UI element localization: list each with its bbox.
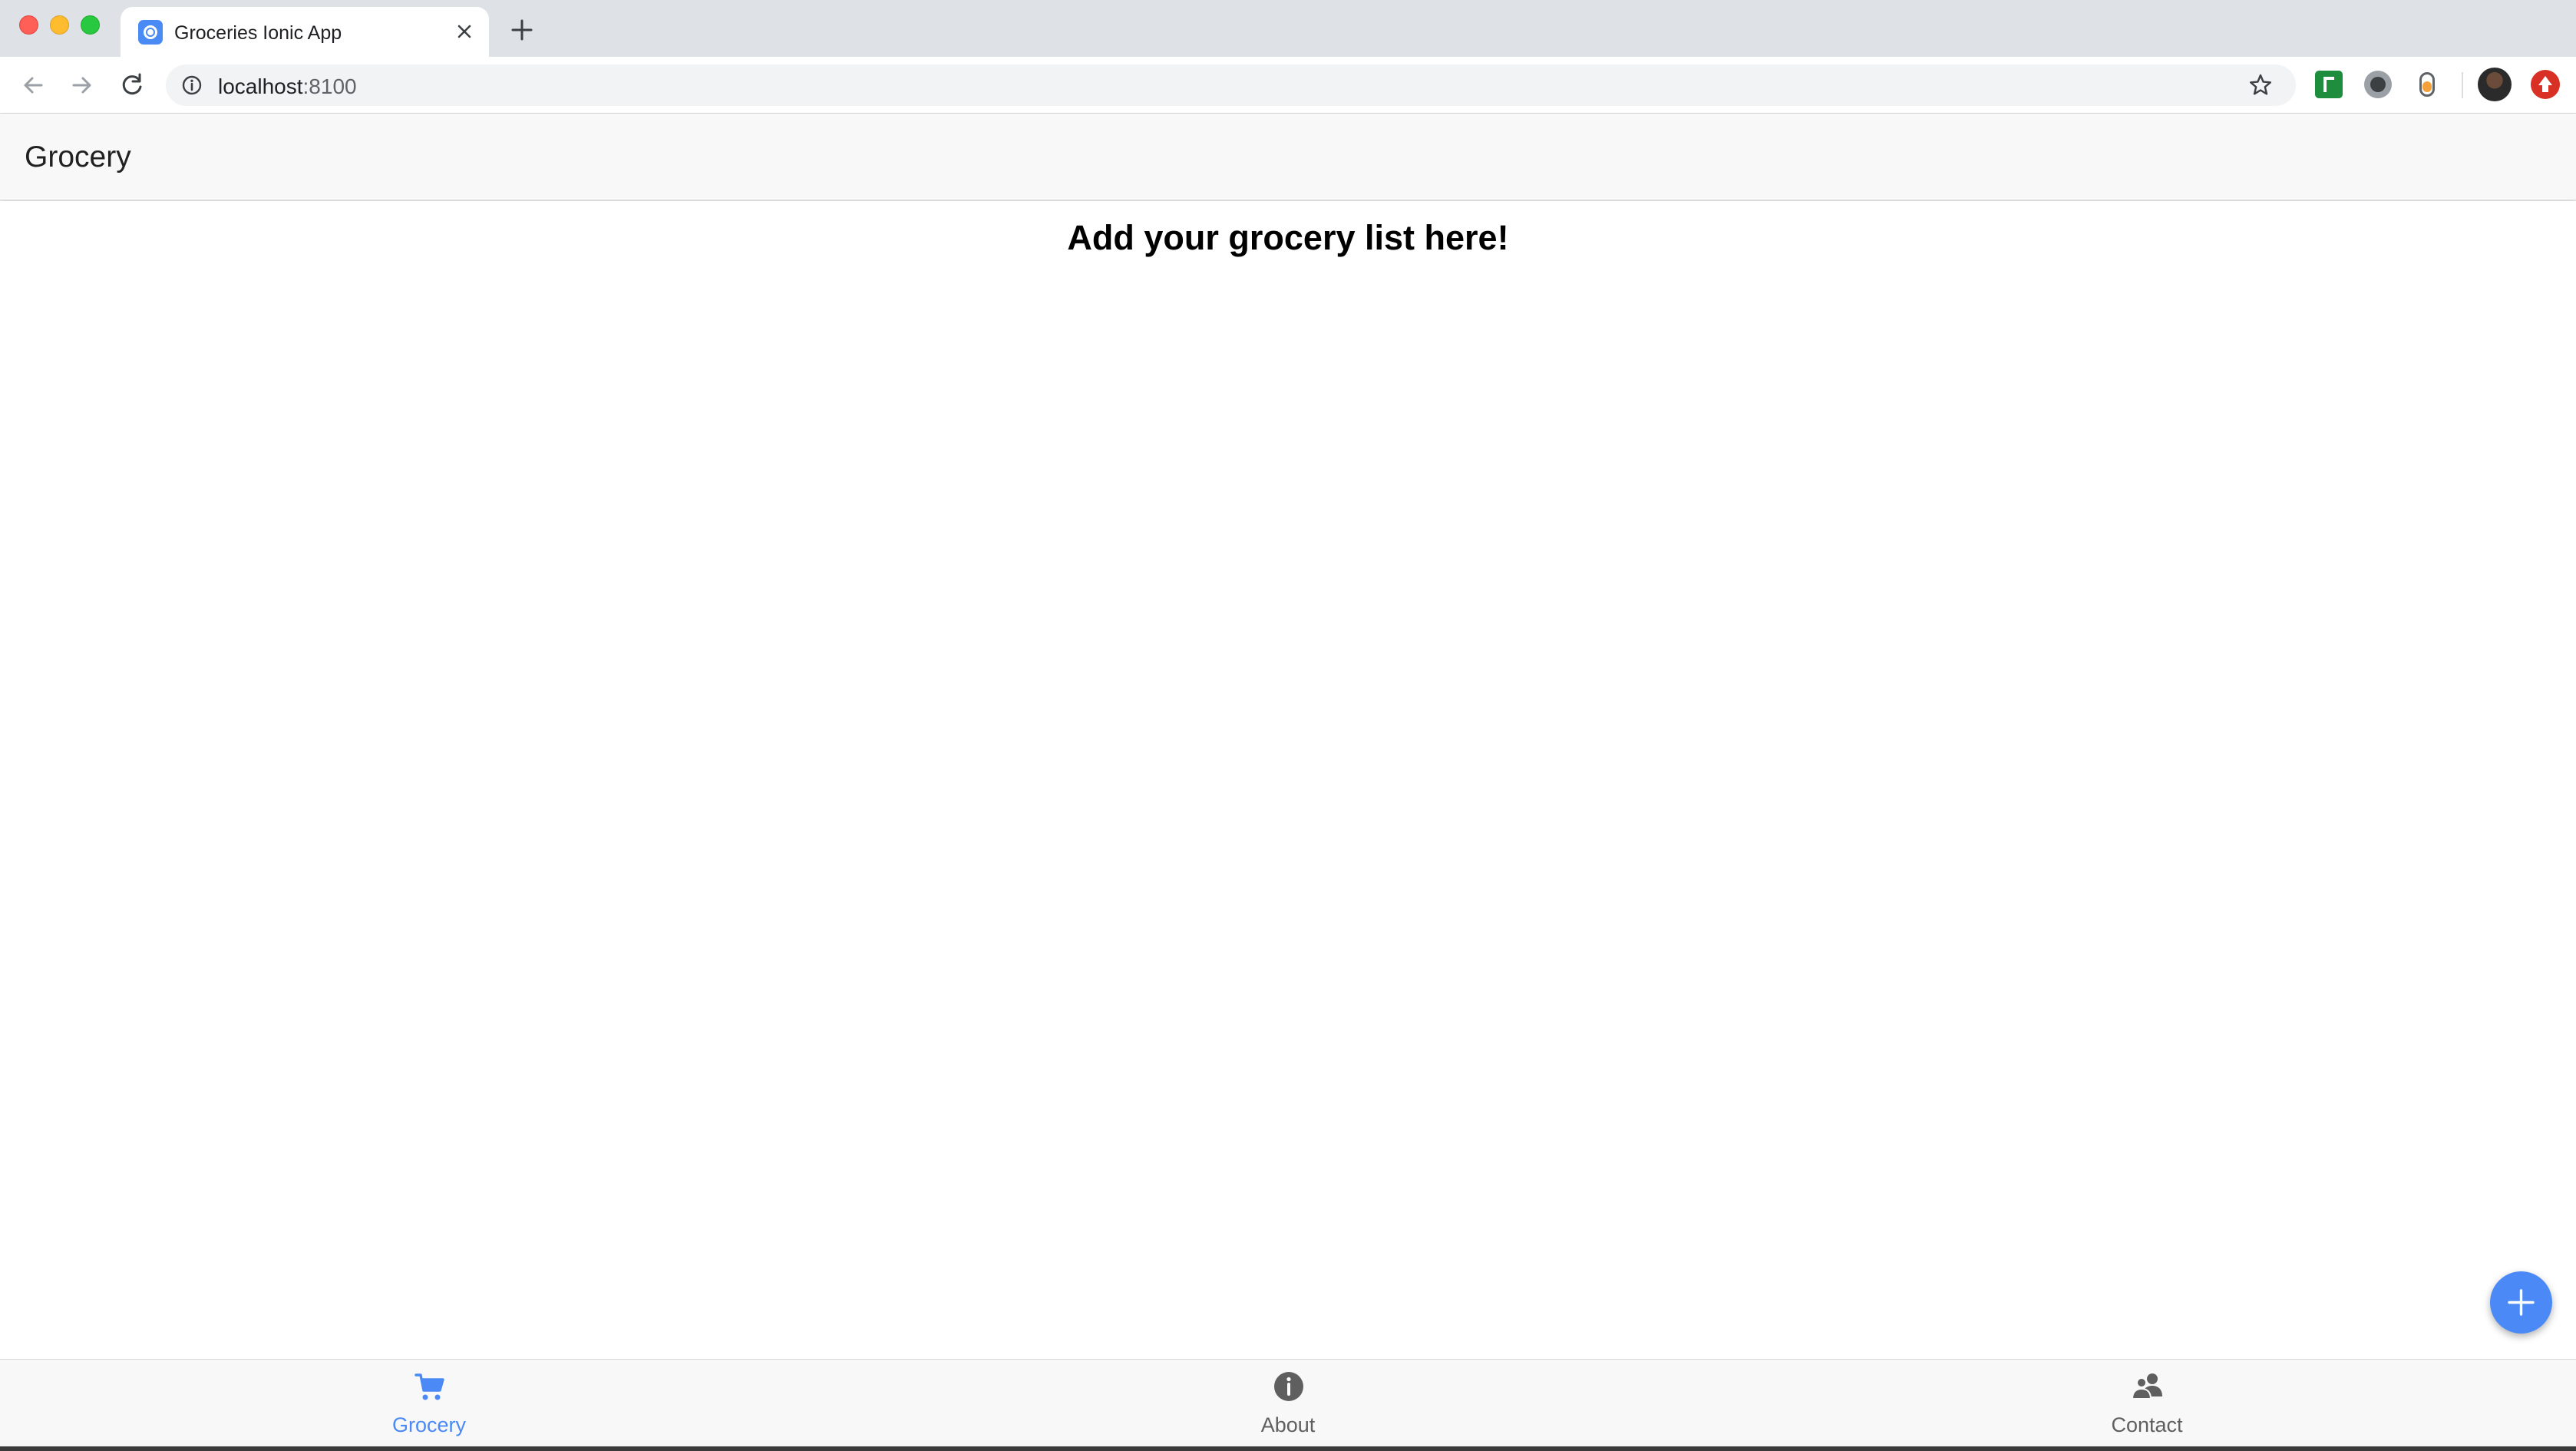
tab-strip: Groceries Ionic App [0, 0, 2576, 57]
window-bottom-edge [0, 1446, 2576, 1451]
cart-icon [414, 1373, 444, 1400]
tab-title: Groceries Ionic App [174, 22, 342, 44]
page-title: Grocery [25, 140, 131, 174]
bookmark-star-icon[interactable] [2247, 72, 2274, 98]
back-arrow-icon[interactable] [17, 69, 49, 101]
plus-icon [2508, 1289, 2535, 1316]
people-icon [2132, 1373, 2162, 1400]
url-host: localhost [218, 74, 303, 98]
tab-about-label: About [1260, 1413, 1316, 1436]
info-icon [1274, 1372, 1303, 1401]
app-header: Grocery [0, 114, 2576, 200]
zoom-window-button[interactable] [81, 15, 100, 35]
address-bar[interactable]: localhost:8100 [166, 64, 2296, 106]
empty-list-heading: Add your grocery list here! [1067, 218, 1509, 257]
toolbar-divider [2462, 72, 2463, 98]
tab-close-icon[interactable] [451, 18, 478, 45]
forward-arrow-icon[interactable] [66, 69, 98, 101]
extension-green-icon[interactable] [2315, 71, 2343, 98]
url-text: localhost:8100 [218, 74, 357, 99]
update-icon[interactable] [2531, 70, 2560, 99]
tab-grocery[interactable]: Grocery [0, 1360, 858, 1447]
profile-avatar[interactable] [2478, 68, 2512, 101]
reload-icon[interactable] [116, 69, 148, 101]
minimize-window-button[interactable] [50, 15, 69, 35]
extension-orange-icon[interactable] [2413, 71, 2441, 98]
new-tab-icon[interactable] [507, 15, 537, 45]
browser-chrome: Groceries Ionic App localhost:8100 [0, 0, 2576, 114]
bottom-tab-bar: Grocery About Contact [0, 1359, 2576, 1446]
favicon-icon [138, 20, 163, 45]
add-item-button[interactable] [2490, 1271, 2552, 1334]
site-info-icon[interactable] [181, 74, 203, 96]
extension-grey-icon[interactable] [2364, 71, 2392, 98]
close-window-button[interactable] [19, 15, 38, 35]
url-port: :8100 [302, 74, 357, 98]
tab-grocery-label: Grocery [391, 1413, 467, 1436]
tab-contact[interactable]: Contact [1718, 1360, 2576, 1447]
app-content: Add your grocery list here! [0, 201, 2576, 1359]
browser-toolbar: localhost:8100 [0, 57, 2576, 114]
tab-about[interactable]: About [859, 1360, 1717, 1447]
tab-contact-label: Contact [2111, 1413, 2183, 1436]
browser-tab-active[interactable]: Groceries Ionic App [121, 7, 489, 57]
